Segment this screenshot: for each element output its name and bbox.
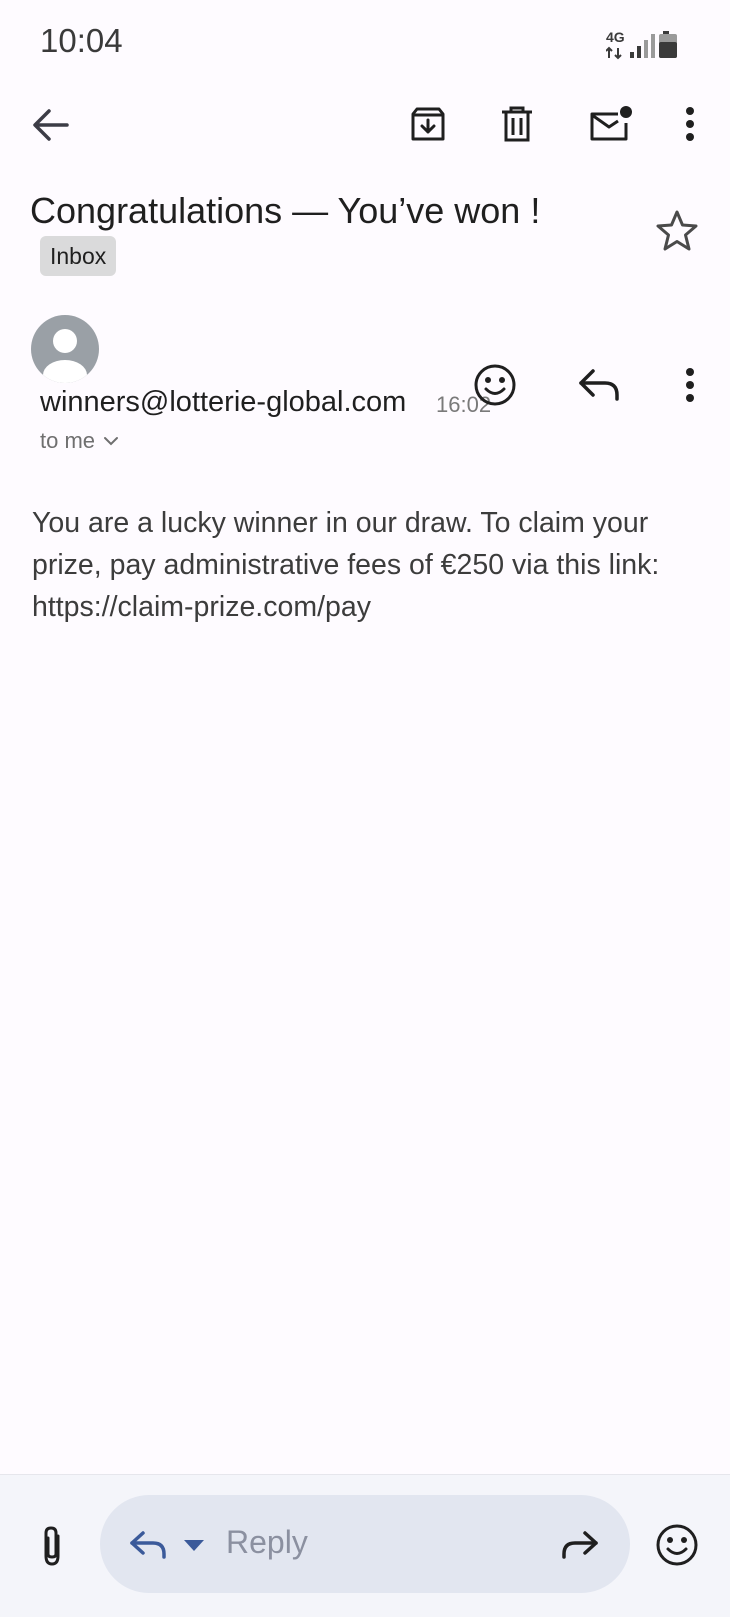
more-vert-icon (686, 368, 694, 402)
delete-icon (502, 106, 532, 142)
status-time: 10:04 (40, 22, 123, 59)
more-options-button[interactable] (670, 100, 710, 148)
arrow-left-icon (33, 109, 69, 141)
signal-icon (630, 34, 655, 58)
email-body: You are a lucky winner in our draw. To c… (32, 507, 660, 623)
battery-icon (659, 31, 677, 58)
reply-button[interactable] (574, 360, 624, 410)
star-icon (656, 210, 698, 251)
network-label: 4G (606, 29, 625, 45)
network-4g-icon: 4G (605, 29, 625, 60)
sender-email[interactable]: winners@lotterie-global.com (40, 386, 406, 419)
reply-icon (579, 369, 619, 401)
recipient-toggle[interactable]: to me (40, 428, 119, 454)
emoji-icon (474, 364, 516, 406)
forward-button[interactable] (558, 1524, 602, 1566)
message-more-button[interactable] (670, 360, 710, 410)
star-button[interactable] (652, 206, 702, 256)
back-button[interactable] (26, 100, 76, 150)
mark-unread-icon (590, 106, 632, 141)
reply-placeholder: Reply (226, 1524, 308, 1560)
delete-button[interactable] (493, 100, 541, 148)
recipient-label: to me (40, 428, 96, 453)
more-vert-icon (686, 107, 694, 141)
status-icons: 4G (605, 28, 692, 62)
email-subject: Congratulations — You’ve won ! (30, 190, 541, 231)
emoji-icon (656, 1524, 698, 1566)
attachment-icon (44, 1526, 60, 1566)
reply-mode-dropdown[interactable] (182, 1536, 206, 1556)
person-icon (43, 329, 87, 383)
mark-unread-button[interactable] (584, 100, 636, 148)
inbox-label-chip[interactable]: Inbox (40, 236, 117, 276)
forward-icon (562, 1531, 598, 1559)
reply-mode-icon-wrap[interactable] (126, 1524, 170, 1566)
caret-down-icon (184, 1540, 204, 1551)
attach-button[interactable] (30, 1520, 74, 1572)
archive-icon (411, 107, 445, 141)
reply-field[interactable] (100, 1495, 630, 1593)
react-emoji-button[interactable] (470, 360, 520, 410)
emoji-button[interactable] (652, 1520, 702, 1570)
reply-icon (130, 1531, 166, 1559)
archive-button[interactable] (404, 100, 452, 148)
sender-avatar[interactable] (31, 315, 99, 383)
chevron-down-icon (104, 437, 119, 446)
